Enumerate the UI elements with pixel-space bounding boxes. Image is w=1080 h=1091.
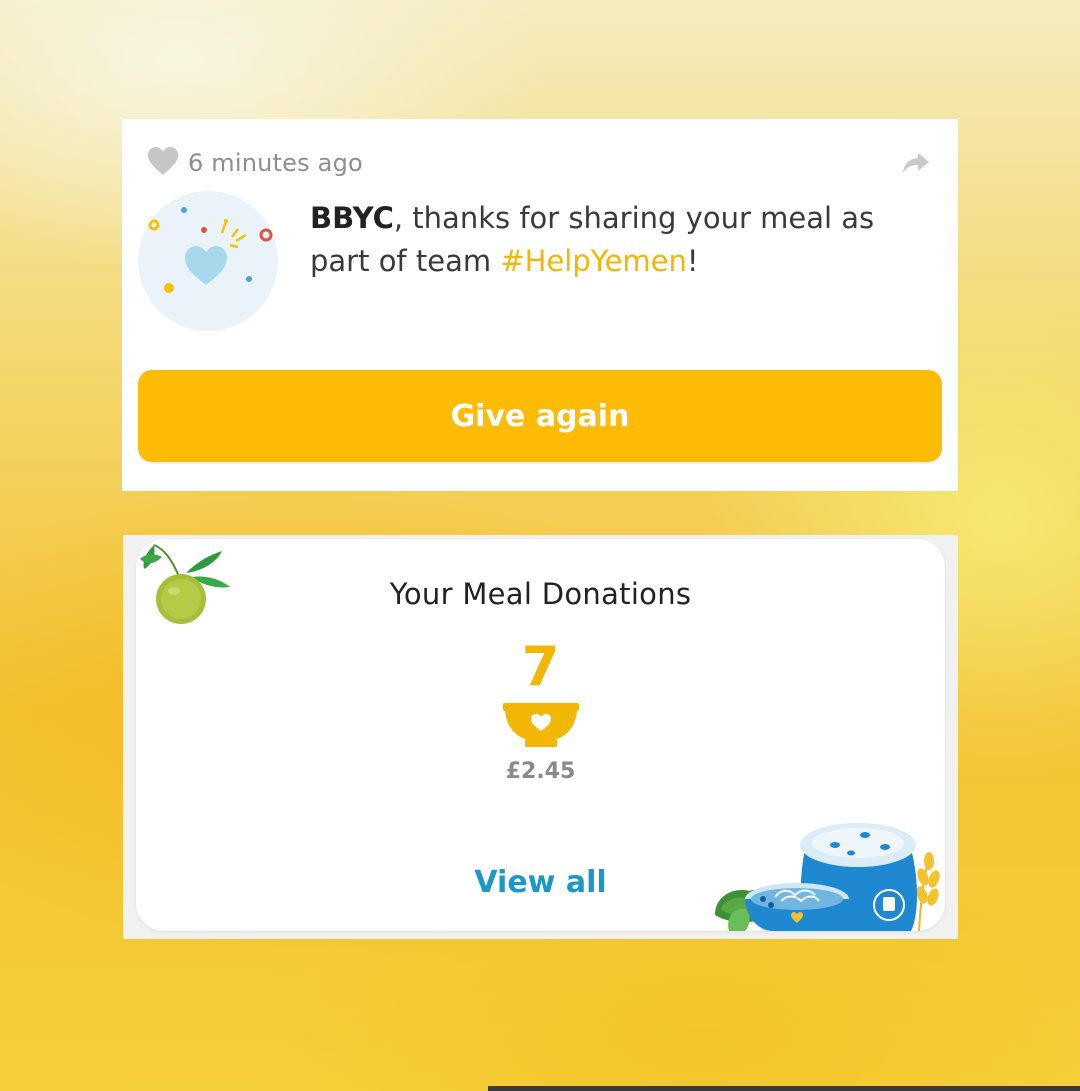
give-again-button[interactable]: Give again [138,370,942,462]
message-end: ! [686,244,699,278]
share-arrow-icon[interactable] [902,151,930,175]
heart-icon[interactable] [146,145,180,177]
heart-confetti-icon [148,207,273,293]
meal-donations-panel: Your Meal Donations 7 £2.45 View all [123,535,958,939]
meal-share-post-card: 6 minutes ago BBYC, thanks for sharing y… [122,119,958,491]
donation-count: 7 [521,635,560,698]
post-timestamp: 6 minutes ago [188,149,363,177]
bottom-edge-bar [488,1086,1080,1091]
wfp-food-illustration [715,823,940,931]
donations-title: Your Meal Donations [389,577,692,611]
view-all-link[interactable]: View all [474,865,606,900]
user-name[interactable]: BBYC [310,201,394,235]
team-hashtag-link[interactable]: #HelpYemen [500,244,687,278]
heart-bowl-icon [503,703,579,747]
celebration-heart-avatar [138,191,278,331]
donation-amount: £2.45 [505,759,576,784]
meal-donations-card: Your Meal Donations 7 £2.45 View all [136,539,945,931]
post-message: BBYC, thanks for sharing your meal as pa… [310,197,940,283]
